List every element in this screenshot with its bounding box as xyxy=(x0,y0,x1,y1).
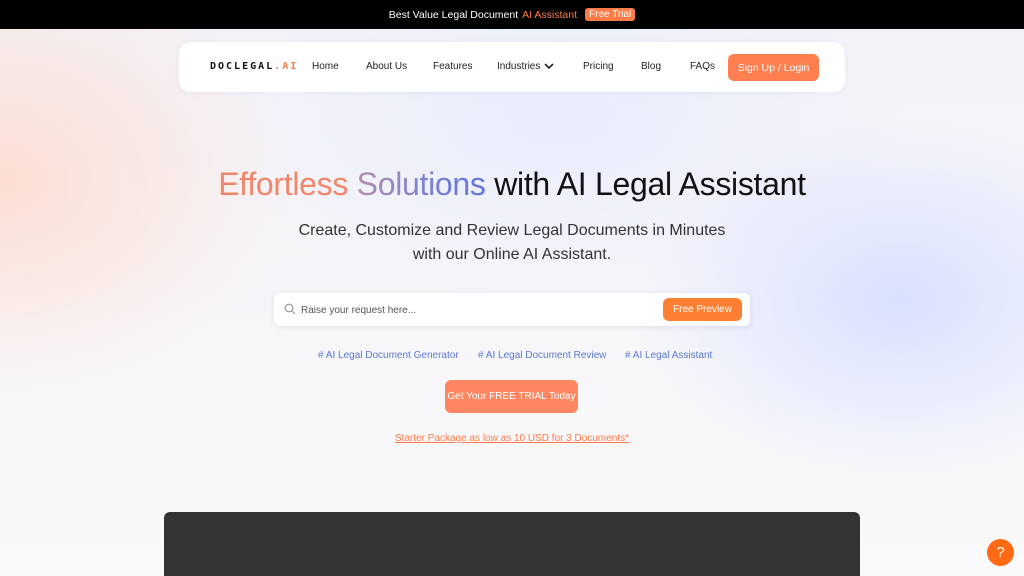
nav-home[interactable]: Home xyxy=(312,61,339,72)
help-icon[interactable]: ? xyxy=(987,539,1014,566)
navbar: DOCLEGAL.AI Home About Us Features Indus… xyxy=(179,42,845,92)
hero-subtitle-line1: Create, Customize and Review Legal Docum… xyxy=(298,222,726,239)
tag-ai-legal-document-generator[interactable]: # AI Legal Document Generator xyxy=(318,350,459,361)
hero-title-rest: with AI Legal Assistant xyxy=(494,166,806,202)
signup-login-button[interactable]: Sign Up / Login xyxy=(728,54,819,81)
nav-features[interactable]: Features xyxy=(433,61,472,72)
free-trial-button[interactable]: Get Your FREE TRIAL Today xyxy=(445,380,578,413)
logo[interactable]: DOCLEGAL.AI xyxy=(210,61,298,72)
announcement-text: Best Value Legal Document xyxy=(388,8,519,21)
hero-title-solutions: Solutions xyxy=(356,166,486,202)
free-preview-button[interactable]: Free Preview xyxy=(663,298,742,321)
starter-package-link-text[interactable]: Starter Package as low as 10 USD for 3 D… xyxy=(395,433,629,444)
nav-pricing[interactable]: Pricing xyxy=(583,61,614,72)
nav-faqs[interactable]: FAQs xyxy=(690,61,715,72)
logo-suffix: .AI xyxy=(274,61,299,72)
free-trial-badge[interactable]: Free Trial xyxy=(585,8,636,21)
tag-ai-legal-document-review[interactable]: # AI Legal Document Review xyxy=(478,350,606,361)
search-icon xyxy=(284,303,296,315)
announcement-accent: AI Assistant xyxy=(522,8,577,21)
video-panel[interactable] xyxy=(164,512,860,576)
starter-package-link: Starter Package as low as 10 USD for 3 D… xyxy=(0,433,1024,444)
nav-about-us[interactable]: About Us xyxy=(366,61,407,72)
chevron-down-icon xyxy=(544,63,554,70)
nav-blog[interactable]: Blog xyxy=(641,61,661,72)
tag-ai-legal-assistant[interactable]: # AI Legal Assistant xyxy=(625,350,712,361)
search-bar: Free Preview xyxy=(274,293,750,326)
hero-title-effortless: Effortless xyxy=(218,166,349,202)
nav-industries-label: Industries xyxy=(497,61,541,72)
logo-text: DOCLEGAL xyxy=(210,61,275,72)
search-input[interactable] xyxy=(301,300,641,320)
hero-title: Effortless Solutions with AI Legal Assis… xyxy=(0,166,1024,203)
nav-industries[interactable]: Industries xyxy=(497,61,554,72)
hero-subtitle-line2: with our Online AI Assistant. xyxy=(412,246,612,263)
announcement-bar: Best Value Legal Document AI Assistant F… xyxy=(0,0,1024,29)
